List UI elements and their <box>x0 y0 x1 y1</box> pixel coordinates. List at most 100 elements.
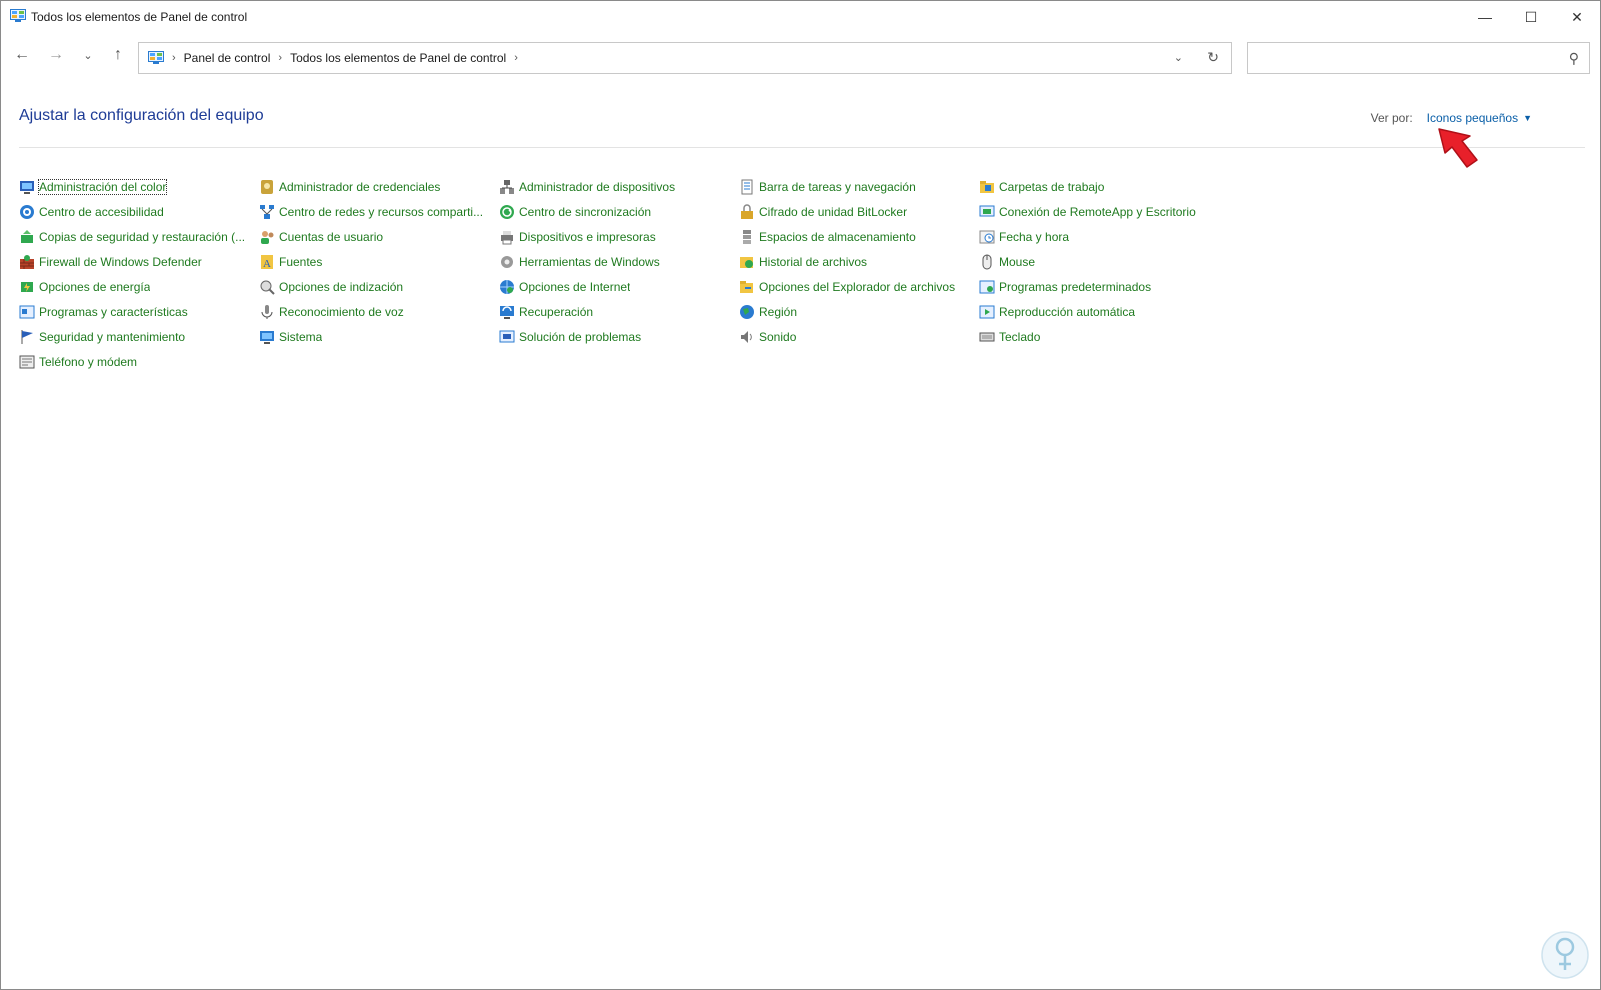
control-panel-item[interactable]: Reconocimiento de voz <box>259 299 499 324</box>
control-panel-item[interactable]: Barra de tareas y navegación <box>739 174 979 199</box>
arrow-left-icon: ← <box>14 46 30 63</box>
control-panel-item[interactable]: Programas y características <box>19 299 259 324</box>
control-panel-item-label: Fuentes <box>279 254 323 269</box>
control-panel-item-label: Administrador de credenciales <box>279 179 441 194</box>
phone-modem-icon <box>19 355 35 368</box>
control-panel-item-label: Mouse <box>999 254 1036 269</box>
control-panel-item[interactable]: Solución de problemas <box>499 324 739 349</box>
control-panel-item[interactable]: Conexión de RemoteApp y Escritorio <box>979 199 1219 224</box>
breadcrumb-separator[interactable]: › <box>514 52 518 64</box>
storage-spaces-icon <box>743 229 751 244</box>
explorer-options-icon <box>740 280 753 293</box>
control-panel-item-label: Historial de archivos <box>759 254 868 269</box>
breadcrumb-all-items[interactable]: Todos los elementos de Panel de control <box>290 51 506 65</box>
control-panel-item[interactable]: Sonido <box>739 324 979 349</box>
control-panel-item[interactable]: Opciones de energía <box>19 274 259 299</box>
control-panel-item[interactable]: Administrador de credenciales <box>259 174 499 199</box>
control-panel-item[interactable]: Región <box>739 299 979 324</box>
control-panel-item-label: Dispositivos e impresoras <box>519 229 656 244</box>
control-panel-item-label: Teclado <box>999 329 1041 344</box>
arrow-up-icon: ↑ <box>114 46 122 63</box>
up-button[interactable]: ↑ <box>105 42 131 68</box>
date-time-icon <box>979 230 995 243</box>
back-button[interactable]: ← <box>9 42 35 68</box>
address-dropdown-button[interactable]: ⌄ <box>1174 51 1183 64</box>
close-icon: ✕ <box>1571 8 1583 25</box>
breadcrumb-separator[interactable]: › <box>278 52 282 64</box>
breadcrumb-separator[interactable]: › <box>172 52 176 64</box>
view-by-label: Ver por: <box>1370 111 1413 125</box>
control-panel-item[interactable]: Dispositivos e impresoras <box>499 224 739 249</box>
network-center-icon <box>260 204 274 219</box>
system-icon <box>260 330 274 344</box>
window-title: Todos los elementos de Panel de control <box>31 10 248 24</box>
arrow-right-icon: → <box>48 46 64 63</box>
forward-button[interactable]: → <box>43 42 69 68</box>
keyboard-icon <box>979 332 995 341</box>
control-panel-item[interactable]: Copias de seguridad y restauración (... <box>19 224 259 249</box>
backup-icon <box>21 229 33 243</box>
view-by: Ver por: Iconos pequeños ▼ <box>1371 111 1532 125</box>
control-panel-item-label: Teléfono y módem <box>39 354 138 369</box>
control-panel-item[interactable]: Herramientas de Windows <box>499 249 739 274</box>
view-by-dropdown[interactable]: Iconos pequeños <box>1427 111 1518 125</box>
caret-down-icon[interactable]: ▼ <box>1523 113 1532 123</box>
control-panel-item-label: Programas predeterminados <box>999 279 1152 294</box>
control-panel-item-label: Carpetas de trabajo <box>999 179 1105 194</box>
navigation-bar: ← → ⌄ ↑ › Panel de control › Todos los e… <box>1 37 1600 77</box>
control-panel-item[interactable]: Centro de accesibilidad <box>19 199 259 224</box>
control-panel-item[interactable]: Firewall de Windows Defender <box>19 249 259 274</box>
control-panel-item[interactable]: Seguridad y mantenimiento <box>19 324 259 349</box>
control-panel-item[interactable]: Opciones del Explorador de archivos <box>739 274 979 299</box>
control-panel-item[interactable]: Centro de redes y recursos comparti... <box>259 199 499 224</box>
control-panel-item[interactable]: Administrador de dispositivos <box>499 174 739 199</box>
control-panel-item[interactable]: Programas predeterminados <box>979 274 1219 299</box>
control-panel-icon <box>10 9 26 22</box>
control-panel-item-label: Administrador de dispositivos <box>519 179 676 194</box>
control-panel-item[interactable]: Opciones de Internet <box>499 274 739 299</box>
control-panel-item[interactable]: Cuentas de usuario <box>259 224 499 249</box>
control-panel-item[interactable]: Recuperación <box>499 299 739 324</box>
search-icon[interactable]: ⚲ <box>1569 50 1579 67</box>
default-programs-icon <box>979 280 995 293</box>
control-panel-item[interactable]: A Fuentes <box>259 249 499 274</box>
control-panel-item-label: Administración del color <box>37 178 168 195</box>
control-panel-icon <box>148 51 164 64</box>
control-panel-item-label: Programas y características <box>39 304 188 319</box>
address-bar[interactable]: › Panel de control › Todos los elementos… <box>138 42 1232 74</box>
control-panel-item[interactable]: Sistema <box>259 324 499 349</box>
control-panel-item[interactable]: Centro de sincronización <box>499 199 739 224</box>
recent-locations-button[interactable]: ⌄ <box>75 42 101 68</box>
internet-options-icon <box>500 279 514 294</box>
close-button[interactable]: ✕ <box>1554 1 1600 33</box>
credential-manager-icon <box>261 179 273 194</box>
refresh-button[interactable]: ↻ <box>1207 49 1219 66</box>
control-panel-item[interactable]: Reproducción automática <box>979 299 1219 324</box>
control-panel-item-label: Opciones de energía <box>39 279 151 294</box>
chevron-down-icon: ⌄ <box>83 49 93 62</box>
control-panel-item[interactable]: Teléfono y módem <box>19 349 259 374</box>
search-input[interactable] <box>1256 49 1560 69</box>
search-box[interactable]: ⚲ <box>1247 42 1590 74</box>
control-panel-item[interactable]: Administración del color <box>19 174 259 199</box>
control-panel-item[interactable]: Cifrado de unidad BitLocker <box>739 199 979 224</box>
windows-tools-icon <box>501 255 513 268</box>
control-panel-item[interactable]: Opciones de indización <box>259 274 499 299</box>
sync-center-icon <box>500 204 514 219</box>
control-panel-item[interactable]: Mouse <box>979 249 1219 274</box>
maximize-button[interactable]: ☐ <box>1508 1 1554 33</box>
control-panel-item[interactable]: Historial de archivos <box>739 249 979 274</box>
control-panel-item[interactable]: Teclado <box>979 324 1219 349</box>
title-bar: Todos los elementos de Panel de control … <box>1 1 1600 33</box>
control-panel-item-label: Opciones de indización <box>279 279 404 294</box>
control-panel-item-label: Conexión de RemoteApp y Escritorio <box>999 204 1196 219</box>
speech-recognition-icon <box>261 304 273 319</box>
user-accounts-icon <box>261 230 274 244</box>
sound-icon <box>741 330 752 343</box>
control-panel-item[interactable]: Espacios de almacenamiento <box>739 224 979 249</box>
control-panel-item[interactable]: Carpetas de trabajo <box>979 174 1219 199</box>
minimize-button[interactable]: — <box>1462 1 1508 33</box>
breadcrumb-control-panel[interactable]: Panel de control <box>184 51 271 65</box>
control-panel-item[interactable]: Fecha y hora <box>979 224 1219 249</box>
troubleshooting-icon <box>499 330 515 342</box>
